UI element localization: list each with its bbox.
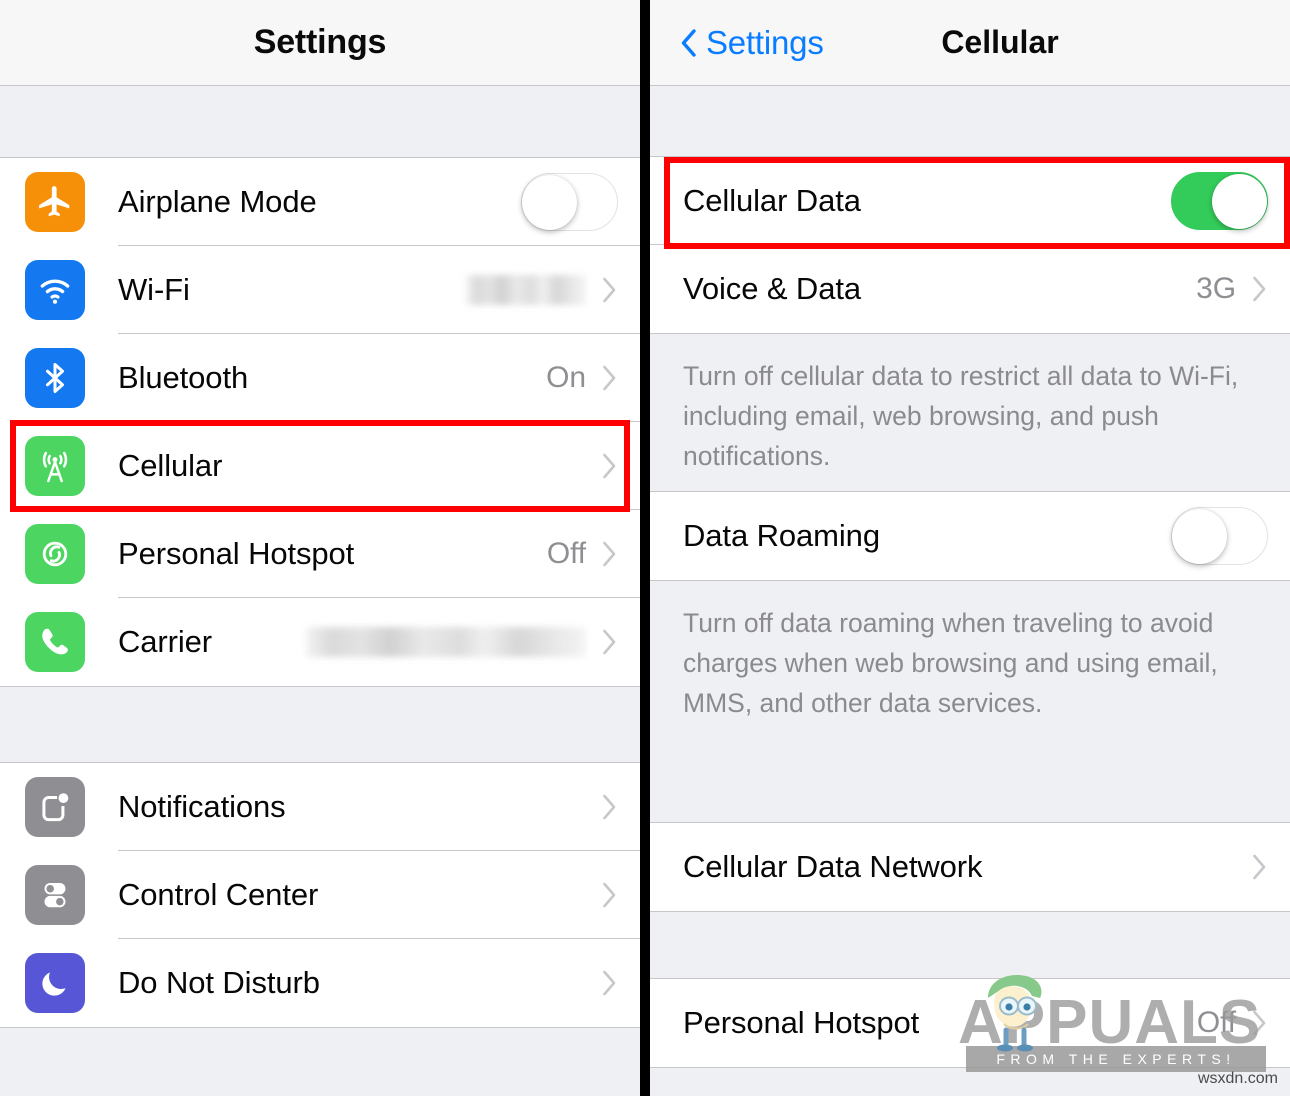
row-label: Cellular Data [683, 183, 861, 218]
row-accessory [1252, 853, 1268, 881]
airplane-icon [25, 172, 85, 232]
sidebar-item-label: Notifications [118, 789, 286, 824]
chevron-right-icon [602, 452, 618, 480]
sidebar-item-label: Control Center [118, 877, 319, 912]
airplane-mode-toggle[interactable] [521, 173, 618, 231]
row-accessory [602, 793, 618, 821]
sidebar-item-label: Bluetooth [118, 360, 249, 395]
sidebar-item-label: Airplane Mode [118, 184, 317, 219]
row-cellular-data[interactable]: Cellular Data [650, 157, 1290, 245]
chevron-right-icon [1252, 275, 1268, 303]
settings-top-gap [0, 86, 640, 158]
cellular-tower-icon [25, 436, 85, 496]
row-accessory: Off [1197, 1006, 1268, 1040]
cellular-group-network: Cellular Data Network [650, 823, 1290, 912]
row-accessory [466, 275, 618, 305]
chevron-right-icon [1252, 853, 1268, 881]
sidebar-item-label: Carrier [118, 624, 213, 659]
wifi-network-redacted-value [466, 275, 586, 305]
sidebar-item-cellular[interactable]: Cellular [0, 422, 640, 510]
row-label: Personal Hotspot [683, 1005, 920, 1040]
row-accessory: On [546, 361, 618, 395]
toggle-knob [1172, 508, 1227, 564]
row-accessory [521, 173, 618, 231]
sidebar-item-label: Cellular [118, 448, 223, 483]
cellular-group-roaming: Data Roaming [650, 492, 1290, 581]
settings-group-gap-1 [0, 687, 640, 763]
settings-screen: Settings Airplane Mode Wi-Fi Bluetooth O… [0, 0, 640, 1096]
bluetooth-icon [25, 348, 85, 408]
cellular-data-toggle[interactable] [1171, 172, 1268, 230]
row-accessory [1171, 172, 1268, 230]
notifications-icon [25, 777, 85, 837]
row-label: Voice & Data [683, 271, 862, 306]
row-accessory: Off [547, 537, 618, 571]
sidebar-item-personal-hotspot[interactable]: Personal Hotspot Off [0, 510, 640, 598]
panel-divider [640, 0, 650, 1096]
sidebar-item-wifi[interactable]: Wi-Fi [0, 246, 640, 334]
data-roaming-footer-note: Turn off data roaming when traveling to … [650, 581, 1290, 823]
row-label: Cellular Data Network [683, 849, 983, 884]
carrier-name-redacted-value [306, 627, 586, 657]
sidebar-item-label: Do Not Disturb [118, 965, 320, 1000]
control-center-icon [25, 865, 85, 925]
sidebar-item-label: Wi-Fi [118, 272, 190, 307]
settings-group-connectivity: Airplane Mode Wi-Fi Bluetooth On Cellula… [0, 158, 640, 687]
sidebar-item-do-not-disturb[interactable]: Do Not Disturb [0, 939, 640, 1027]
sidebar-item-bluetooth[interactable]: Bluetooth On [0, 334, 640, 422]
chevron-right-icon [602, 793, 618, 821]
cellular-group-gap [650, 912, 1290, 979]
cellular-screen: Settings Cellular Cellular Data Voice & … [650, 0, 1290, 1096]
hotspot-status-value: Off [546, 537, 586, 570]
sidebar-item-label: Personal Hotspot [118, 536, 355, 571]
data-roaming-toggle[interactable] [1171, 507, 1268, 565]
chevron-right-icon [1252, 1009, 1268, 1037]
row-accessory [602, 452, 618, 480]
page-title: Settings [253, 23, 387, 61]
settings-group-system: Notifications Control Center Do Not Dist… [0, 763, 640, 1028]
sidebar-item-control-center[interactable]: Control Center [0, 851, 640, 939]
chevron-right-icon [602, 276, 618, 304]
row-label: Data Roaming [683, 518, 880, 553]
bluetooth-status-value: On [546, 361, 586, 394]
row-accessory [602, 881, 618, 909]
cellular-bottom-gap [650, 1068, 1290, 1096]
row-accessory [1171, 507, 1268, 565]
chevron-right-icon [602, 628, 618, 656]
cellular-group-hotspot: Personal Hotspot Off [650, 979, 1290, 1068]
row-accessory [306, 627, 618, 657]
settings-bottom-gap [0, 1028, 640, 1096]
voice-data-value: 3G [1196, 272, 1236, 305]
row-cellular-data-network[interactable]: Cellular Data Network [650, 823, 1290, 911]
row-accessory [602, 969, 618, 997]
hotspot-status-value: Off [1196, 1006, 1236, 1039]
cellular-top-gap [650, 86, 1290, 157]
row-accessory: 3G [1196, 272, 1268, 306]
phone-icon [25, 612, 85, 672]
toggle-knob [1212, 173, 1267, 229]
chevron-right-icon [602, 969, 618, 997]
chevron-right-icon [602, 364, 618, 392]
dual-screenshot-container: Settings Airplane Mode Wi-Fi Bluetooth O… [0, 0, 1290, 1096]
moon-icon [25, 953, 85, 1013]
settings-navbar: Settings [0, 0, 640, 86]
page-title: Cellular [941, 24, 1059, 60]
sidebar-item-notifications[interactable]: Notifications [0, 763, 640, 851]
sidebar-item-carrier[interactable]: Carrier [0, 598, 640, 686]
row-voice-and-data[interactable]: Voice & Data 3G [650, 245, 1290, 333]
cellular-group-data: Cellular Data Voice & Data 3G [650, 157, 1290, 334]
chevron-right-icon [602, 881, 618, 909]
wifi-icon [25, 260, 85, 320]
toggle-knob [522, 174, 577, 230]
cellular-data-footer-note: Turn off cellular data to restrict all d… [650, 334, 1290, 492]
chevron-right-icon [602, 540, 618, 568]
cellular-navbar: Settings Cellular [650, 0, 1290, 86]
sidebar-item-airplane-mode[interactable]: Airplane Mode [0, 158, 640, 246]
row-data-roaming[interactable]: Data Roaming [650, 492, 1290, 580]
hotspot-icon [25, 524, 85, 584]
row-personal-hotspot[interactable]: Personal Hotspot Off [650, 979, 1290, 1067]
